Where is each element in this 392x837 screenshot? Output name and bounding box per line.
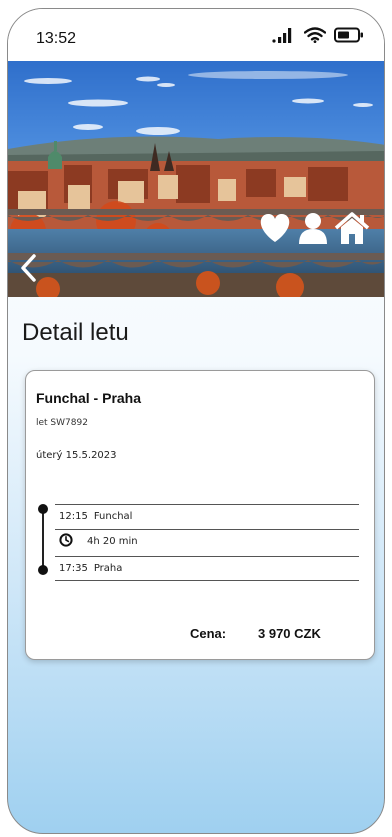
- user-icon[interactable]: [298, 212, 328, 244]
- flight-route: Funchal - Praha: [36, 390, 142, 406]
- arrival-row: 17:35 Praha: [55, 556, 359, 580]
- phone-frame: 13:52 Detail letu Funchal - Praha let SW…: [7, 8, 385, 834]
- page-title: Detail letu: [22, 319, 129, 346]
- departure-row: 12:15 Funchal: [55, 504, 359, 528]
- clock-icon: [59, 533, 73, 550]
- timeline-divider: [55, 580, 359, 581]
- status-time: 13:52: [36, 30, 77, 47]
- price-label: Cena:: [190, 626, 227, 641]
- departure-place: Funchal: [93, 511, 133, 522]
- flight-detail-card: Funchal - Praha let SW7892 úterý 15.5.20…: [25, 370, 375, 660]
- signal-icon: [272, 27, 296, 47]
- heart-icon[interactable]: [258, 212, 292, 244]
- departure-dot-icon: [38, 504, 48, 514]
- flight-number: let SW7892: [36, 418, 88, 428]
- arrival-dot-icon: [38, 565, 48, 575]
- chevron-left-icon[interactable]: [18, 253, 40, 283]
- battery-icon: [334, 27, 364, 47]
- arrival-time: 17:35: [59, 563, 88, 574]
- hero-actions: [258, 211, 370, 245]
- wifi-icon: [303, 27, 327, 47]
- home-icon[interactable]: [334, 211, 370, 245]
- status-icons: [272, 27, 364, 47]
- flight-date: úterý 15.5.2023: [36, 450, 117, 461]
- flight-duration: 4h 20 min: [87, 536, 138, 547]
- hero-image: [8, 61, 384, 297]
- arrival-place: Praha: [93, 563, 123, 574]
- departure-time: 12:15: [59, 511, 88, 522]
- duration-row: 4h 20 min: [55, 529, 359, 553]
- timeline-line: [42, 507, 44, 567]
- status-bar: 13:52: [8, 9, 384, 61]
- price-value: 3 970 CZK: [258, 626, 321, 641]
